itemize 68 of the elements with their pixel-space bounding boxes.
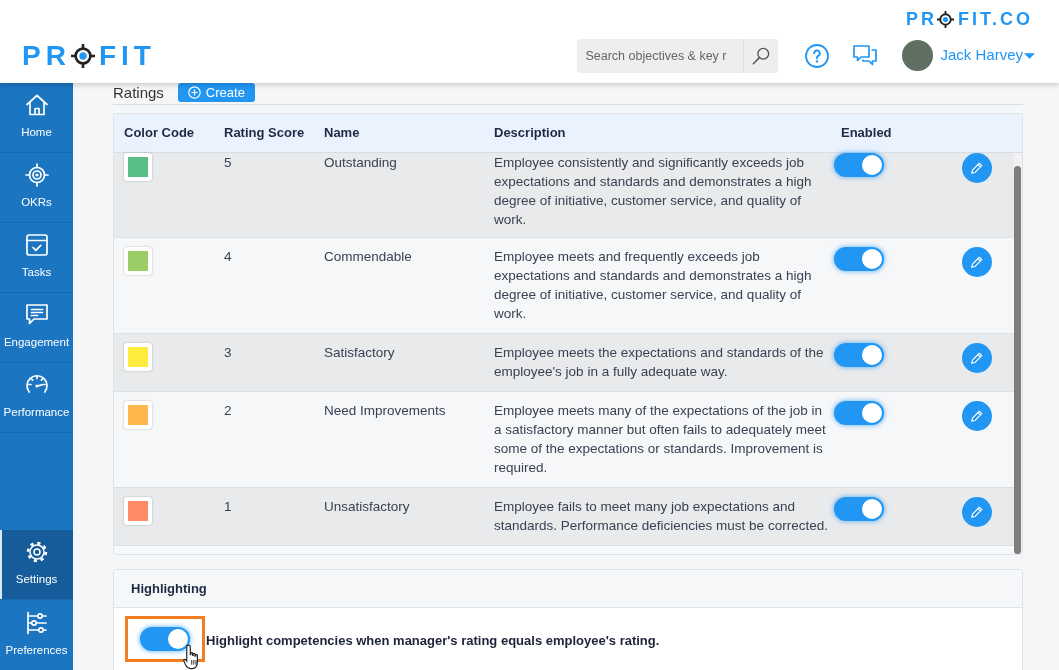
option-label: Highlight competencies when manager's rating equals employee's rating. [206,632,660,650]
search-button[interactable] [743,38,779,73]
search-icon [752,46,771,65]
brand-text: FIT.CO [958,10,1033,28]
column-header: Enabled [841,125,892,141]
house-icon [24,93,49,118]
sidebar-item[interactable]: Performance [0,363,73,433]
create-button[interactable]: Create [177,83,255,102]
caret-icon [1024,52,1035,59]
enabled-toggle[interactable] [834,247,884,271]
target-icon [24,163,49,188]
edit-button[interactable] [961,247,992,277]
sidebar-item[interactable]: OKRs [0,153,73,223]
column-header: Rating Score [224,125,305,141]
avatar-placeholder [902,40,934,71]
brand-text: PR [906,10,937,28]
edit-button[interactable] [961,343,992,373]
logo-text: PR [22,41,71,70]
gear-icon [24,540,49,565]
rating-name: Commendable [324,248,413,266]
crosshair-icon [937,10,954,28]
rating-score: 3 [224,344,233,362]
rating-name: Unsatisfactory [324,498,411,516]
scrollbar-thumb[interactable] [1014,166,1021,554]
pencil-icon [969,505,984,519]
enabled-toggle[interactable] [834,153,884,177]
user-menu-button[interactable]: Jack Harvey [940,44,1035,67]
help-icon[interactable] [805,43,830,68]
crosshair-icon [70,43,95,68]
edit-button[interactable] [961,497,992,527]
pencil-icon [969,409,984,423]
rating-score: 5 [224,154,233,172]
enabled-toggle[interactable] [834,343,884,367]
sidebar-item[interactable]: Preferences [0,600,73,670]
rating-description: Employee meets and frequently exceeds job expectations and standards and demonstrates a high degree of initiative, customer service, and quality of work. [494,248,813,323]
pencil-icon [969,255,984,269]
enabled-toggle[interactable] [834,497,884,521]
rating-description: Employee consistently and significantly exceeds job expectations and standards and demonstrates a high degree of initiative, customer service, and quality of work. [494,154,813,229]
highlight-toggle[interactable] [140,627,190,651]
rating-name: Need Improvements [324,402,447,420]
pencil-icon [969,161,984,175]
rating-name: Outstanding [324,154,398,172]
sliders-icon [24,610,49,635]
section-header: Highlighting [114,570,1022,608]
rating-score: 2 [224,402,233,420]
pencil-icon [969,351,984,365]
rating-description: Employee meets many of the expectations of the job in a satisfactory manner but often fails to adequately meet some of the expectations or standards. Improvement is required. [494,402,827,477]
chat-icon[interactable] [853,44,878,67]
rating-score: 1 [224,498,233,516]
rating-score: 4 [224,248,233,266]
sidebar-item[interactable]: Home [0,83,73,153]
calendar-check-icon [24,233,49,258]
sidebar-item[interactable]: Settings [0,530,73,600]
edit-button[interactable] [961,153,992,183]
column-header: Color Code [124,125,195,141]
page-title: Ratings [113,83,164,102]
sidebar-item[interactable]: Engagement [0,293,73,363]
rating-name: Satisfactory [324,344,396,362]
search-field[interactable]: Search objectives & key r [577,38,744,73]
edit-button[interactable] [961,401,992,431]
column-header: Name [324,125,360,141]
plus-circle-icon [187,86,201,99]
enabled-toggle[interactable] [834,401,884,425]
sidebar-item[interactable]: Tasks [0,223,73,293]
logo-text: FIT [98,41,156,70]
column-header: Description [494,125,566,141]
rating-description: Employee meets the expectations and standards of the employee's job in a fully adequate way. [494,344,825,381]
rating-description: Employee fails to meet many job expectations and standards. Performance deficiencies must be corrected. [494,498,829,535]
